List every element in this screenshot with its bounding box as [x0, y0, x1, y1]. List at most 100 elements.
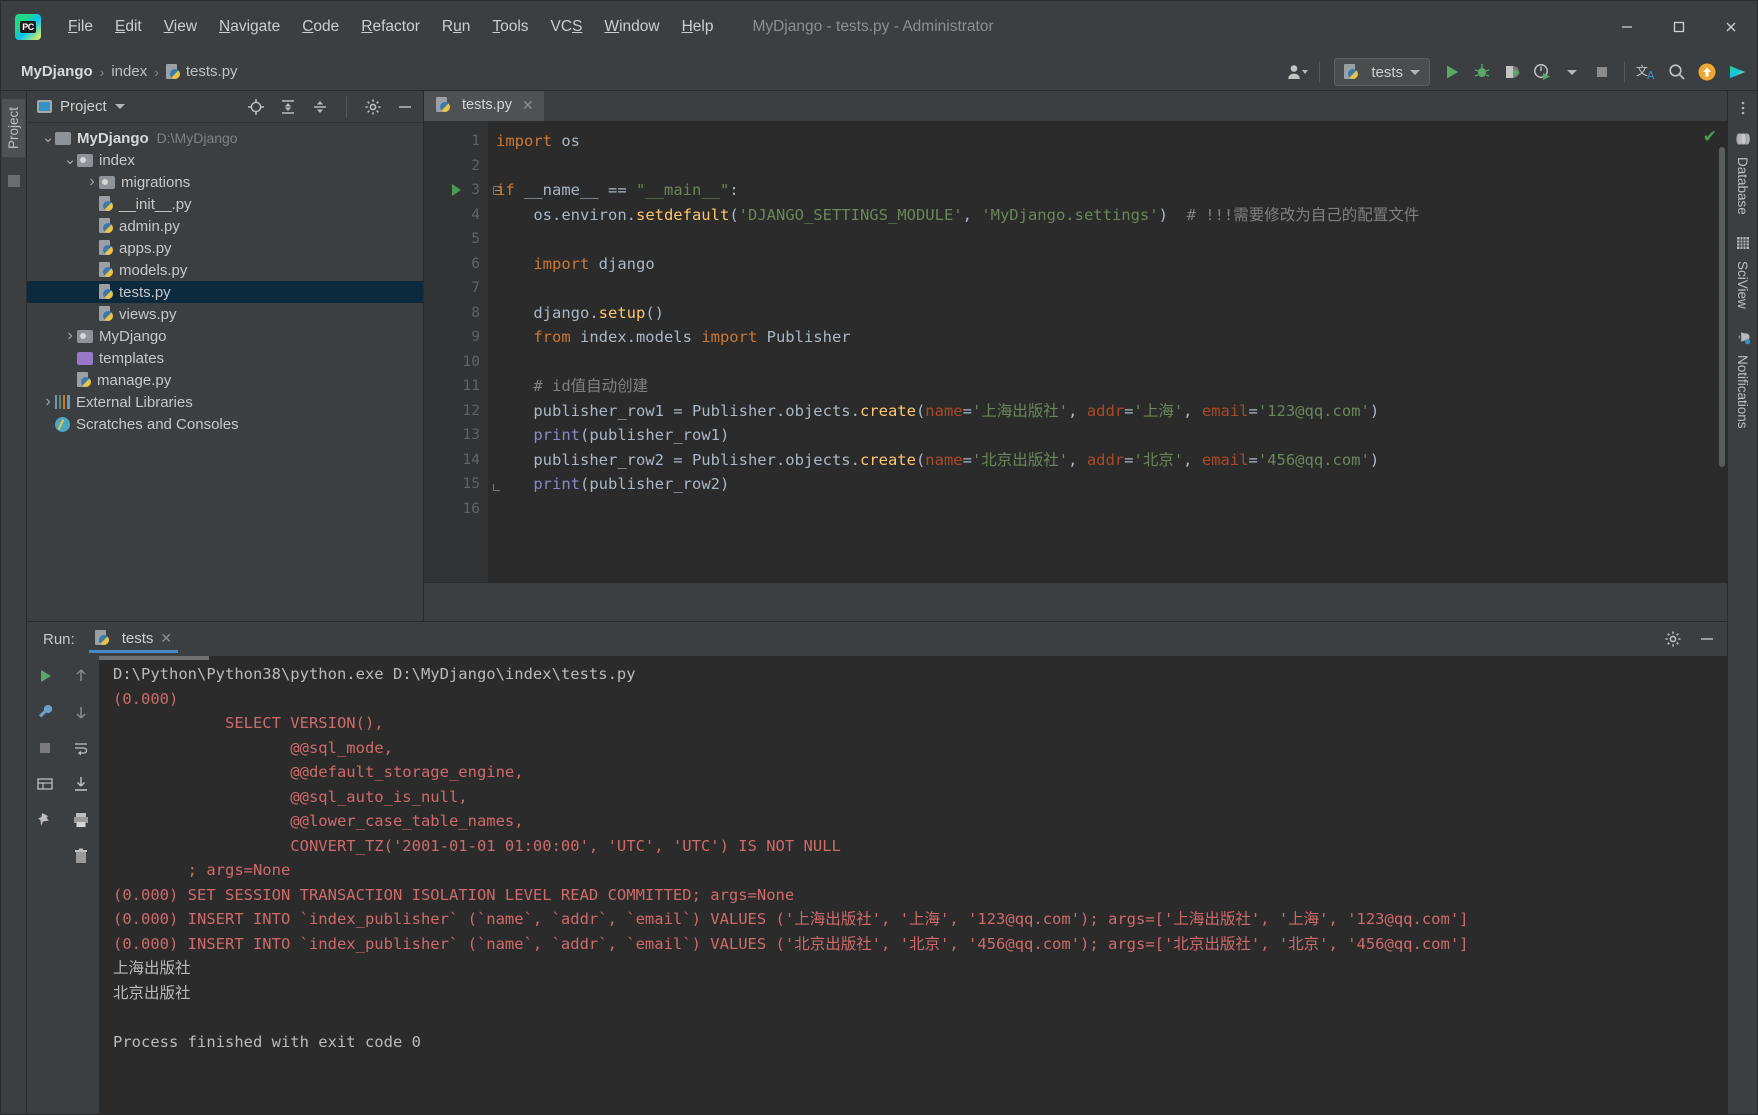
close-icon-run-tab[interactable]: ✕: [160, 630, 172, 647]
run-console-output[interactable]: D:\Python\Python38\python.exe D:\MyDjang…: [99, 656, 1727, 1114]
settings-icon-run[interactable]: [1661, 627, 1685, 651]
user-avatar-icon[interactable]: [1283, 58, 1311, 86]
chevron-down-icon-project[interactable]: [114, 104, 125, 109]
stop-icon[interactable]: [1588, 58, 1616, 86]
search-everywhere-icon[interactable]: [1663, 58, 1691, 86]
code-line[interactable]: # id值自动创建: [496, 374, 1727, 399]
up-stack-icon[interactable]: [67, 662, 95, 690]
hide-icon[interactable]: [393, 95, 417, 119]
line-number[interactable]: 10: [424, 350, 488, 375]
line-number[interactable]: 9: [424, 325, 488, 350]
tree-node-templates[interactable]: templates: [27, 347, 423, 369]
rerun-icon[interactable]: [31, 662, 59, 690]
breadcrumb-index[interactable]: index: [111, 63, 147, 80]
tree-node-mydjango[interactable]: ⌄ MyDjango D:\MyDjango: [27, 127, 423, 149]
run-configuration-selector[interactable]: tests: [1334, 58, 1430, 86]
close-button[interactable]: [1705, 1, 1757, 53]
tree-node-tests-py[interactable]: tests.py: [27, 281, 423, 303]
code-line[interactable]: [496, 154, 1727, 179]
update-icon[interactable]: [1693, 58, 1721, 86]
chevron-down-icon[interactable]: ⌄: [41, 130, 55, 145]
line-number[interactable]: 16: [424, 497, 488, 522]
print-icon[interactable]: [67, 806, 95, 834]
structure-icon[interactable]: [7, 175, 20, 188]
code-line[interactable]: [496, 276, 1727, 301]
settings-icon[interactable]: [361, 95, 385, 119]
print-table-icon[interactable]: [31, 770, 59, 798]
editor-gutter[interactable]: 1 2 3 4 5 6 7 8 9 10 11 12 13 14 15 16: [424, 121, 502, 582]
tree-node-index[interactable]: ⌄ index: [27, 149, 423, 171]
rail-tab-database[interactable]: Database: [1731, 123, 1755, 223]
maximize-button[interactable]: [1653, 1, 1705, 53]
menu-vcs[interactable]: VCS: [540, 14, 594, 40]
code-line[interactable]: [496, 497, 1727, 522]
editor-scrollbar[interactable]: [1719, 147, 1725, 467]
translate-icon[interactable]: 文 A: [1633, 58, 1661, 86]
code-line[interactable]: print(publisher_row2): [496, 472, 1727, 497]
tree-node-admin-py[interactable]: admin.py: [27, 215, 423, 237]
down-stack-icon[interactable]: [67, 698, 95, 726]
line-number[interactable]: 5: [424, 227, 488, 252]
line-number[interactable]: 12: [424, 399, 488, 424]
code-line[interactable]: django.setup(): [496, 301, 1727, 326]
menu-code[interactable]: Code: [291, 14, 350, 40]
console-scrollbar[interactable]: [99, 656, 209, 660]
minimize-button[interactable]: [1601, 1, 1653, 53]
code-line[interactable]: [496, 227, 1727, 252]
tree-node-manage-py[interactable]: manage.py: [27, 369, 423, 391]
debug-icon[interactable]: [1468, 58, 1496, 86]
breadcrumb-project[interactable]: MyDjango: [21, 63, 93, 80]
editor-tab-tests-py[interactable]: tests.py ✕: [424, 91, 544, 121]
code-line[interactable]: from index.models import Publisher: [496, 325, 1727, 350]
collapse-all-icon[interactable]: [308, 95, 332, 119]
code-line[interactable]: import django: [496, 252, 1727, 277]
close-icon[interactable]: ✕: [522, 97, 534, 114]
menu-file[interactable]: File: [57, 14, 104, 40]
run-gutter-icon[interactable]: [452, 184, 461, 196]
chevron-right-icon[interactable]: ›: [85, 173, 99, 191]
run-tab-tests[interactable]: tests ✕: [88, 626, 179, 653]
rail-tab-notifications[interactable]: Notifications: [1731, 321, 1755, 437]
menu-tools[interactable]: Tools: [481, 14, 539, 40]
code-line[interactable]: if __name__ == "__main__":: [496, 178, 1727, 203]
code-line[interactable]: print(publisher_row1): [496, 423, 1727, 448]
line-number[interactable]: 15: [424, 472, 500, 497]
chevron-down-icon[interactable]: ⌄: [63, 152, 77, 167]
inspection-status-icon[interactable]: ✔: [1703, 127, 1717, 147]
run-coverage-icon[interactable]: [1498, 58, 1526, 86]
profile-icon[interactable]: [1528, 58, 1556, 86]
chevron-right-icon[interactable]: ›: [63, 327, 77, 345]
code-line[interactable]: publisher_row1 = Publisher.objects.creat…: [496, 399, 1727, 424]
chevron-right-icon[interactable]: ›: [41, 393, 55, 411]
project-tree[interactable]: ⌄ MyDjango D:\MyDjango ⌄ index › migrations __i…: [27, 123, 423, 621]
code-line[interactable]: os.environ.setdefault('DJANGO_SETTINGS_M…: [496, 203, 1727, 228]
line-number[interactable]: 3: [424, 178, 502, 203]
menu-window[interactable]: Window: [593, 14, 670, 40]
menu-refactor[interactable]: Refactor: [350, 14, 431, 40]
line-number[interactable]: 2: [424, 154, 488, 179]
editor-code[interactable]: import os if __name__ == "__main__": os.…: [488, 121, 1727, 582]
ide-eye-icon[interactable]: [1723, 58, 1751, 86]
menu-view[interactable]: View: [153, 14, 208, 40]
wrench-icon[interactable]: [31, 698, 59, 726]
tree-node-migrations[interactable]: › migrations: [27, 171, 423, 193]
expand-all-icon[interactable]: [276, 95, 300, 119]
soft-wrap-icon[interactable]: [67, 734, 95, 762]
tree-node-mydjango[interactable]: › MyDjango: [27, 325, 423, 347]
tree-node-models-py[interactable]: models.py: [27, 259, 423, 281]
locate-icon[interactable]: [244, 95, 268, 119]
trash-icon[interactable]: [67, 842, 95, 870]
tree-node-views-py[interactable]: views.py: [27, 303, 423, 325]
code-line[interactable]: publisher_row2 = Publisher.objects.creat…: [496, 448, 1727, 473]
rail-tab-project[interactable]: Project: [2, 99, 25, 158]
line-number[interactable]: 7: [424, 276, 488, 301]
menu-help[interactable]: Help: [671, 14, 725, 40]
tree-node-external-libraries[interactable]: › External Libraries: [27, 391, 423, 413]
breadcrumb-file[interactable]: tests.py: [165, 63, 238, 80]
menu-run[interactable]: Run: [431, 14, 481, 40]
rail-tab-sciview[interactable]: SciView: [1731, 227, 1755, 317]
line-number[interactable]: 8: [424, 301, 488, 326]
line-number[interactable]: 6: [424, 252, 488, 277]
tree-node--init-py[interactable]: __init__.py: [27, 193, 423, 215]
tree-node-scratches-and-consoles[interactable]: Scratches and Consoles: [27, 413, 423, 435]
